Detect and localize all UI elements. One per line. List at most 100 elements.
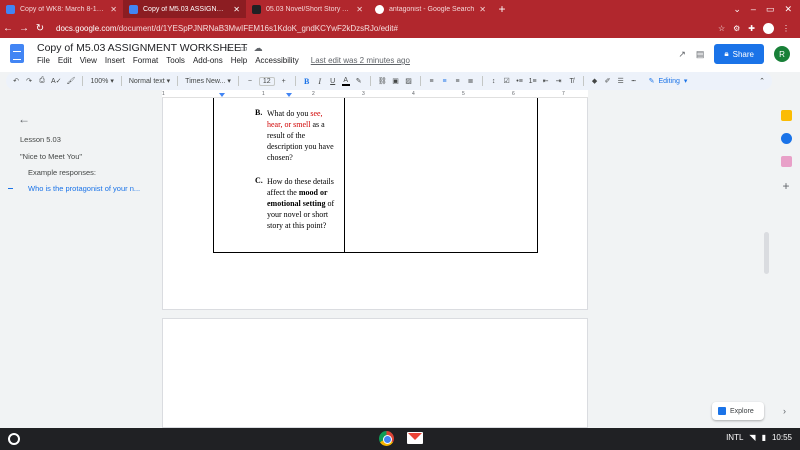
italic-icon[interactable]: I: [316, 77, 324, 86]
menu-help[interactable]: Help: [231, 56, 247, 65]
menu-insert[interactable]: Insert: [105, 56, 125, 65]
left-indent-marker[interactable]: [219, 93, 225, 97]
outline-heading[interactable]: Lesson 5.03: [20, 135, 61, 144]
url-field[interactable]: docs.google.com/document/d/1YESpPJNRNaB3…: [56, 24, 718, 33]
menu-edit[interactable]: Edit: [58, 56, 72, 65]
item-c-text[interactable]: How do these details affect the mood or …: [267, 176, 351, 231]
numbered-list-icon[interactable]: 1≡: [529, 78, 537, 85]
add-comment-icon[interactable]: ▣: [392, 77, 400, 85]
fill-color-icon[interactable]: ◆: [591, 77, 599, 85]
style-select[interactable]: Normal text ▾: [129, 77, 170, 86]
forward-icon[interactable]: →: [16, 23, 32, 34]
new-tab-button[interactable]: +: [492, 0, 512, 18]
chevron-up-icon[interactable]: ⌃: [758, 77, 766, 85]
align-right-icon[interactable]: ≡: [454, 78, 462, 85]
border-color-icon[interactable]: ✐: [604, 77, 612, 85]
document-title[interactable]: Copy of M5.03 ASSIGNMENT WORKSHEET: [37, 42, 247, 54]
maximize-icon[interactable]: ▭: [766, 4, 775, 15]
decrease-indent-icon[interactable]: ⇤: [542, 77, 550, 85]
justify-icon[interactable]: ≣: [467, 77, 475, 85]
share-button[interactable]: 🔒︎ Share: [714, 44, 764, 64]
star-icon[interactable]: ☆: [718, 24, 725, 33]
text-color-icon[interactable]: A: [341, 77, 350, 86]
gmail-icon[interactable]: [407, 432, 423, 444]
right-indent-marker[interactable]: [286, 93, 292, 97]
tasks-icon[interactable]: [780, 133, 792, 144]
border-dash-icon[interactable]: ┅: [630, 77, 638, 85]
paint-format-icon[interactable]: 🖌︎: [67, 77, 76, 85]
last-edit-link[interactable]: Last edit was 2 minutes ago: [311, 56, 410, 65]
minimize-icon[interactable]: –: [751, 4, 756, 14]
input-language[interactable]: INTL: [726, 433, 743, 442]
line-spacing-icon[interactable]: ↕: [490, 78, 498, 85]
addon-icon[interactable]: [780, 156, 792, 167]
menu-file[interactable]: File: [37, 56, 50, 65]
vertical-scrollbar[interactable]: [764, 232, 769, 274]
cloud-saved-icon[interactable]: ☁: [254, 43, 263, 54]
highlight-icon[interactable]: ✎: [355, 77, 363, 85]
close-icon[interactable]: ✕: [110, 5, 117, 14]
clear-formatting-icon[interactable]: T̸: [568, 78, 576, 85]
extensions-icon[interactable]: ✚: [748, 24, 755, 33]
more-menu-icon[interactable]: ⋮: [782, 24, 790, 33]
browser-tab-4[interactable]: antagonist - Google Search ✕: [369, 0, 492, 18]
outline-active-item[interactable]: Who is the protagonist of your n...: [28, 184, 140, 193]
close-icon[interactable]: ✕: [479, 5, 486, 14]
font-size-input[interactable]: 12: [258, 76, 275, 86]
spellcheck-icon[interactable]: A✓: [51, 77, 62, 85]
border-width-icon[interactable]: ☰: [617, 77, 625, 85]
undo-icon[interactable]: ↶: [12, 77, 20, 85]
reload-icon[interactable]: ↻: [32, 23, 48, 34]
increase-indent-icon[interactable]: ⇥: [555, 77, 563, 85]
close-icon[interactable]: ✕: [233, 5, 240, 14]
print-icon[interactable]: ⎙: [38, 77, 46, 85]
document-page[interactable]: B. What do you see, hear, or smell as a …: [162, 98, 588, 310]
underline-icon[interactable]: U: [329, 78, 337, 85]
star-icon[interactable]: ☆: [225, 43, 233, 54]
document-page-2[interactable]: [162, 318, 588, 428]
profile-avatar[interactable]: [763, 22, 774, 34]
launcher-icon[interactable]: [8, 433, 20, 445]
outline-item[interactable]: Example responses:: [28, 168, 96, 177]
decrease-font-size-icon[interactable]: −: [246, 78, 254, 85]
menu-accessibility[interactable]: Accessibility: [255, 56, 299, 65]
explore-button[interactable]: Explore: [712, 402, 764, 420]
keep-icon[interactable]: [780, 110, 792, 121]
menu-format[interactable]: Format: [133, 56, 158, 65]
redo-icon[interactable]: ↷: [25, 77, 33, 85]
checklist-icon[interactable]: ☑: [503, 77, 511, 85]
close-icon[interactable]: ✕: [356, 5, 363, 14]
browser-tab-1[interactable]: Copy of WK8: March 8-12 SWAA ✕: [0, 0, 123, 18]
comments-icon[interactable]: ▤: [696, 49, 705, 60]
system-tray[interactable]: INTL ◥ ▮ 10:55: [726, 433, 792, 442]
browser-tab-2[interactable]: Copy of M5.03 ASSIGNMENT W ✕: [123, 0, 246, 18]
bold-icon[interactable]: B: [303, 77, 311, 86]
horizontal-ruler[interactable]: 1 1 2 3 4 5 6 7: [162, 90, 588, 98]
chrome-icon[interactable]: [379, 431, 394, 446]
align-left-icon[interactable]: ≡: [428, 78, 436, 85]
font-select[interactable]: Times New... ▾: [185, 77, 231, 86]
item-b-text[interactable]: What do you see, hear, or smell as a res…: [267, 108, 351, 163]
user-avatar[interactable]: R: [774, 46, 790, 62]
activity-trend-icon[interactable]: ↗: [678, 49, 686, 60]
align-center-icon[interactable]: ≡: [441, 78, 449, 85]
add-icon[interactable]: +: [782, 179, 789, 193]
close-icon[interactable]: ✕: [784, 4, 792, 15]
docs-logo-icon[interactable]: [10, 44, 24, 63]
menu-view[interactable]: View: [80, 56, 97, 65]
insert-image-icon[interactable]: ▨: [405, 77, 413, 85]
chevron-down-icon[interactable]: ⌄: [733, 4, 741, 15]
menu-addons[interactable]: Add-ons: [193, 56, 223, 65]
editing-mode-select[interactable]: ✎ Editing ▾: [649, 77, 688, 86]
increase-font-size-icon[interactable]: +: [280, 78, 288, 85]
bulleted-list-icon[interactable]: •≡: [516, 78, 524, 85]
chevron-right-icon[interactable]: ›: [783, 406, 786, 416]
back-arrow-icon[interactable]: ←: [18, 112, 30, 126]
browser-tab-3[interactable]: 05.03 Novel/Short Story Analysis ✕: [246, 0, 369, 18]
back-icon[interactable]: ←: [0, 23, 16, 34]
outline-subheading[interactable]: "Nice to Meet You": [20, 152, 82, 161]
zoom-select[interactable]: 100% ▾: [90, 77, 113, 86]
worksheet-table[interactable]: B. What do you see, hear, or smell as a …: [213, 98, 538, 253]
link-icon[interactable]: ⛓: [378, 77, 387, 85]
menu-tools[interactable]: Tools: [166, 56, 185, 65]
